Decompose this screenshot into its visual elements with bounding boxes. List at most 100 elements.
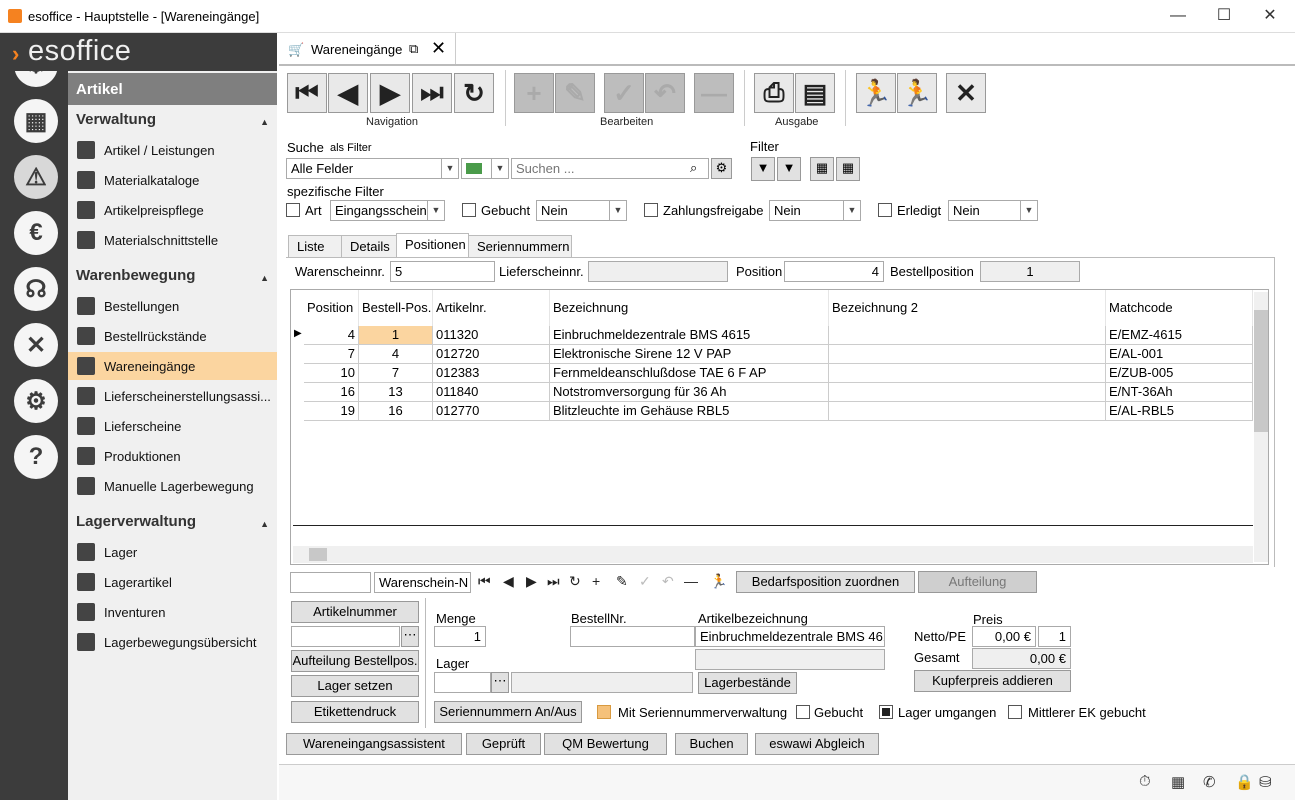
edit-button[interactable]: ✎ bbox=[555, 73, 595, 113]
bestellnr-field[interactable] bbox=[570, 626, 695, 647]
column-header[interactable]: Bezeichnung 2 bbox=[829, 290, 1106, 326]
search-field-select[interactable]: Alle Felder ▼ bbox=[286, 158, 459, 179]
popout-icon[interactable]: ⧉ bbox=[409, 41, 418, 57]
bestellposition-field[interactable]: 1 bbox=[980, 261, 1080, 282]
sidebar-item-lagerbewegungsuebersicht[interactable]: Lagerbewegungsübersicht bbox=[68, 628, 277, 656]
table-cell[interactable]: 012720 bbox=[433, 345, 550, 364]
qm-bewertung-button[interactable]: QM Bewertung bbox=[544, 733, 667, 755]
filter-save-icon[interactable]: ▦ bbox=[810, 157, 834, 181]
filter-edit-icon[interactable]: ▼ bbox=[777, 157, 801, 181]
table-cell[interactable]: 16 bbox=[359, 402, 433, 421]
art-select[interactable]: Eingangsschein ▼ bbox=[330, 200, 445, 221]
database-icon[interactable]: ⛁ bbox=[1259, 773, 1272, 791]
table-cell[interactable]: Notstromversorgung für 36 Ah bbox=[550, 383, 829, 402]
run-forward-icon[interactable]: 🏃 bbox=[897, 73, 937, 113]
table-row[interactable]: 16 13 011840 Notstromversorgung für 36 Ah E/… bbox=[291, 383, 1253, 402]
table-cell[interactable] bbox=[829, 383, 1106, 402]
table-cell[interactable]: 10 bbox=[304, 364, 359, 383]
table-cell[interactable]: 011840 bbox=[433, 383, 550, 402]
grid-search-input[interactable] bbox=[290, 572, 371, 593]
filter-icon[interactable]: ▼ bbox=[751, 157, 775, 181]
table-cell[interactable]: 7 bbox=[359, 364, 433, 383]
table-cell[interactable]: 012770 bbox=[433, 402, 550, 421]
table-cell[interactable]: 16 bbox=[304, 383, 359, 402]
table-cell[interactable]: E/NT-36Ah bbox=[1106, 383, 1253, 402]
table-cell[interactable]: 13 bbox=[359, 383, 433, 402]
column-header[interactable]: Position bbox=[304, 290, 359, 326]
etikettendruck-button[interactable]: Etikettendruck bbox=[291, 701, 419, 723]
table-cell[interactable]: 4 bbox=[304, 326, 359, 345]
tools-icon[interactable]: ✕ bbox=[14, 323, 58, 367]
column-header[interactable]: Artikelnr. bbox=[433, 290, 550, 326]
sidebar-item-materialkataloge[interactable]: Materialkataloge bbox=[68, 166, 277, 194]
tab-details[interactable]: Details bbox=[341, 235, 397, 257]
table-cell[interactable]: 1 bbox=[359, 326, 433, 345]
refresh-icon[interactable]: ↻ bbox=[569, 573, 581, 590]
table-cell[interactable] bbox=[829, 326, 1106, 345]
table-cell[interactable]: E/EMZ-4615 bbox=[1106, 326, 1253, 345]
settings-icon[interactable]: ⚙ bbox=[14, 379, 58, 423]
phone-icon[interactable]: ✆ bbox=[1203, 773, 1216, 791]
eswawi-abgleich-button[interactable]: eswawi Abgleich bbox=[755, 733, 879, 755]
tab-positionen[interactable]: Positionen bbox=[396, 233, 469, 257]
scroll-thumb[interactable] bbox=[1254, 310, 1268, 432]
section-lagerverwaltung[interactable]: Lagerverwaltung bbox=[76, 513, 196, 530]
close-form-button[interactable]: ✕ bbox=[946, 73, 986, 113]
collapse-icon[interactable]: ▲ bbox=[260, 519, 269, 529]
netto-field[interactable]: 0,00 € bbox=[972, 626, 1036, 647]
horizontal-scrollbar[interactable] bbox=[293, 546, 1253, 563]
save-button[interactable]: ✓ bbox=[604, 73, 644, 113]
search-mode-select[interactable]: ▼ bbox=[461, 158, 509, 179]
art-checkbox[interactable] bbox=[286, 203, 300, 217]
tab-seriennummern[interactable]: Seriennummern bbox=[468, 235, 572, 257]
lagerbestaende-button[interactable]: Lagerbestände bbox=[698, 672, 797, 694]
minimize-button[interactable]: — bbox=[1155, 0, 1201, 32]
positions-grid[interactable]: Position Bestell-Pos. Artikelnr. Bezeich… bbox=[290, 289, 1269, 565]
section-warenbewegung[interactable]: Warenbewegung bbox=[76, 267, 195, 284]
table-cell[interactable]: E/ZUB-005 bbox=[1106, 364, 1253, 383]
buchen-button[interactable]: Buchen bbox=[675, 733, 748, 755]
search-icon[interactable]: ⌕ bbox=[690, 160, 697, 176]
lieferscheinnr-field[interactable] bbox=[588, 261, 728, 282]
table-cell[interactable]: Blitzleuchte im Gehäuse RBL5 bbox=[550, 402, 829, 421]
table-row[interactable]: ▶ 4 1 011320 Einbruchmeldezentrale BMS 4615 E… bbox=[291, 326, 1253, 345]
tab-wareneingaenge[interactable]: 🛒 Wareneingänge ⧉ ✕ bbox=[279, 33, 456, 65]
pe-field[interactable]: 1 bbox=[1038, 626, 1071, 647]
first-icon[interactable]: ⏮ bbox=[478, 573, 491, 590]
next-record-button[interactable]: ▶ bbox=[370, 73, 410, 113]
check-icon[interactable]: ✓ bbox=[639, 573, 651, 590]
last-record-button[interactable]: ⏭ bbox=[412, 73, 452, 113]
position-field[interactable]: 4 bbox=[784, 261, 884, 282]
lager-umgangen-checkbox[interactable] bbox=[879, 705, 893, 719]
table-row[interactable]: 10 7 012383 Fernmeldeanschlußdose TAE 6 F A… bbox=[291, 364, 1253, 383]
sort-field[interactable]: Warenschein-N bbox=[374, 572, 471, 593]
artikelbez-field[interactable]: Einbruchmeldezentrale BMS 461 bbox=[695, 626, 885, 647]
undo-button[interactable]: ↶ bbox=[645, 73, 685, 113]
sidebar-item-bestellungen[interactable]: Bestellungen bbox=[68, 292, 277, 320]
building-icon[interactable]: ▦ bbox=[1171, 773, 1185, 791]
column-header[interactable]: Matchcode bbox=[1106, 290, 1253, 326]
vertical-scrollbar[interactable] bbox=[1254, 292, 1268, 562]
timer-icon[interactable]: ⏱ bbox=[1139, 773, 1151, 790]
split-button[interactable]: Aufteilung bbox=[918, 571, 1037, 593]
headset-icon[interactable]: ☊ bbox=[14, 267, 58, 311]
lager-setzen-button[interactable]: Lager setzen bbox=[291, 675, 419, 697]
column-header[interactable]: Bezeichnung bbox=[550, 290, 829, 326]
table-cell[interactable] bbox=[829, 402, 1106, 421]
table-cell[interactable]: Fernmeldeanschlußdose TAE 6 F AP bbox=[550, 364, 829, 383]
filter-load-icon[interactable]: ▦ bbox=[836, 157, 860, 181]
section-verwaltung[interactable]: Verwaltung bbox=[76, 111, 156, 128]
more-icon[interactable]: ⋯ bbox=[401, 626, 419, 647]
mittlerer-ek-checkbox[interactable] bbox=[1008, 705, 1022, 719]
delete-button[interactable]: — bbox=[694, 73, 734, 113]
refresh-button[interactable]: ↻ bbox=[454, 73, 494, 113]
collapse-icon[interactable]: ▲ bbox=[260, 117, 269, 127]
scroll-thumb[interactable] bbox=[309, 548, 327, 561]
table-cell[interactable]: Einbruchmeldezentrale BMS 4615 bbox=[550, 326, 829, 345]
artikelnummer-button[interactable]: Artikelnummer bbox=[291, 601, 419, 623]
add-icon[interactable]: + bbox=[592, 573, 600, 589]
zahlungsfreigabe-select[interactable]: Nein ▼ bbox=[769, 200, 861, 221]
erledigt-select[interactable]: Nein ▼ bbox=[948, 200, 1038, 221]
tab-liste[interactable]: Liste bbox=[288, 235, 342, 257]
aufteilung-button[interactable]: Aufteilung Bestellpos. bbox=[291, 650, 419, 672]
